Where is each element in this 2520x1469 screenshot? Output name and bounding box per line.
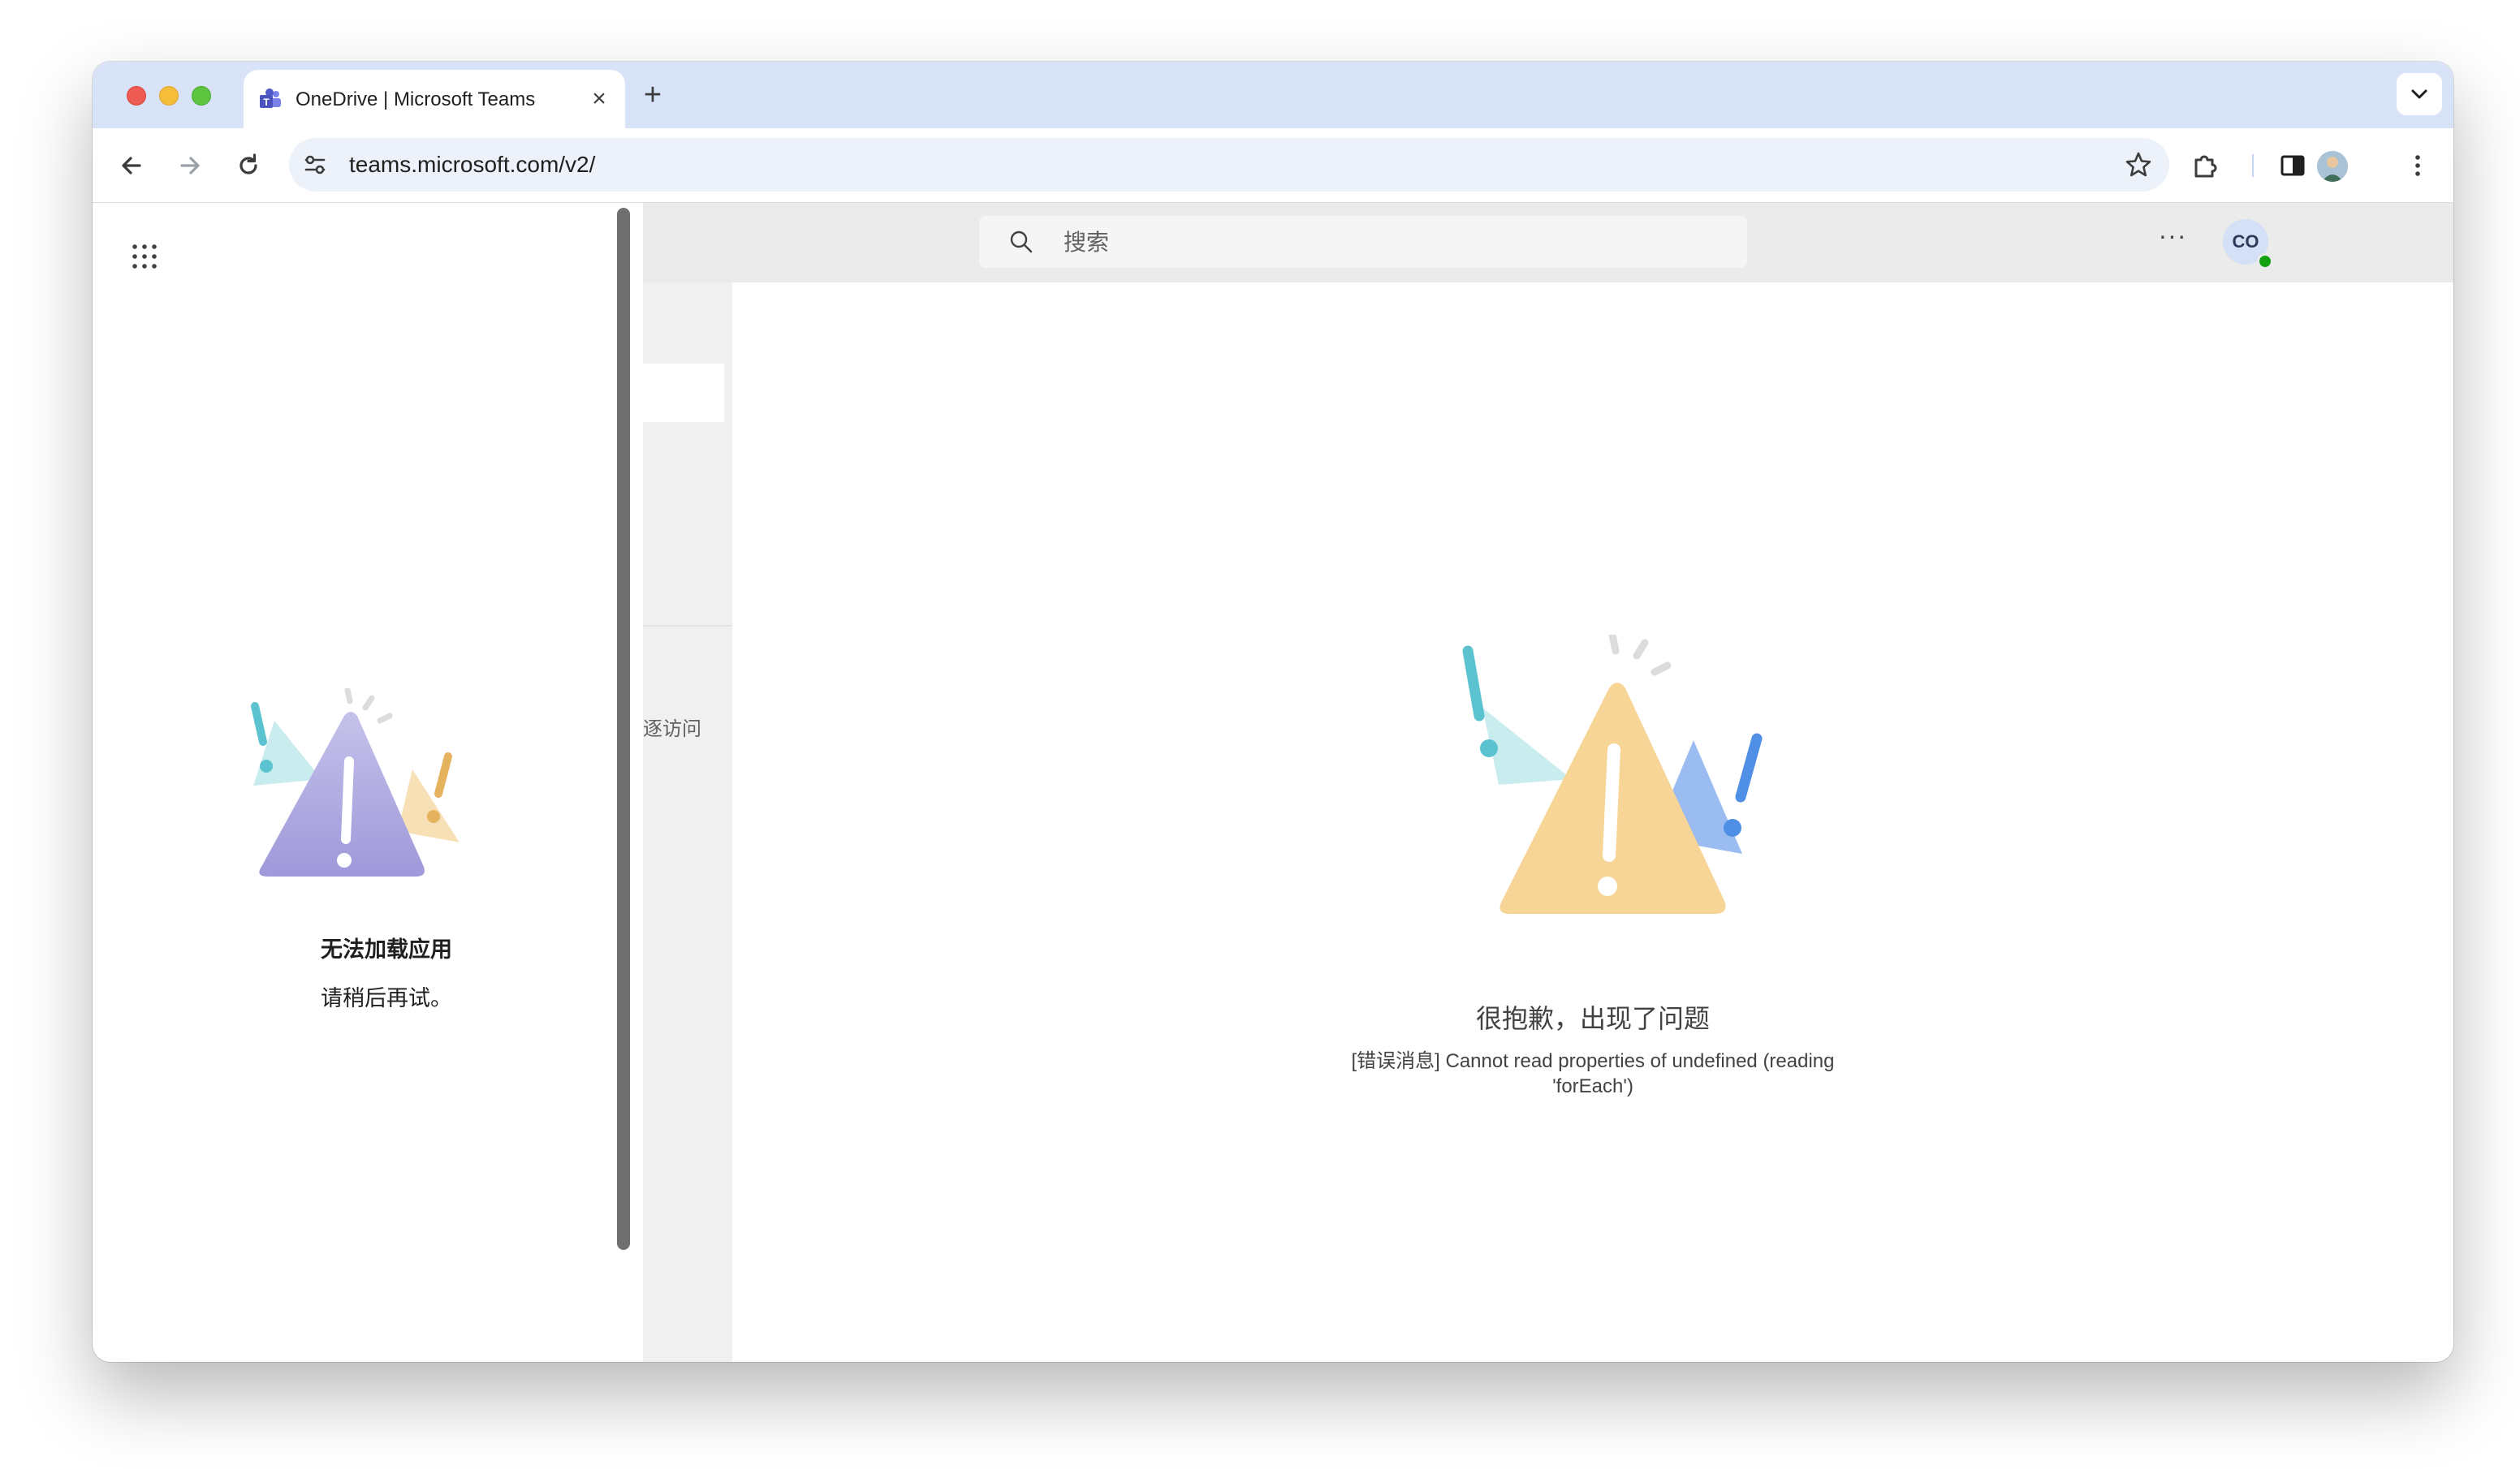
secondary-nav-pane: 逐访问 (643, 282, 732, 1362)
more-options-button[interactable]: ··· (2155, 222, 2190, 258)
flyout-scrollbar[interactable] (617, 208, 630, 1250)
browser-toolbar: teams.microsoft.com/v2/ (93, 128, 2453, 203)
side-panel-icon[interactable] (2276, 149, 2309, 182)
browser-window: T OneDrive | Microsoft Teams × + teams.m… (93, 62, 2453, 1362)
search-input[interactable]: 搜索 (979, 216, 1747, 268)
error-detail: [错误消息] Cannot read properties of undefin… (1351, 1050, 1835, 1097)
tab-onedrive-teams[interactable]: T OneDrive | Microsoft Teams × (244, 70, 625, 128)
search-placeholder: 搜索 (1064, 230, 1110, 255)
tab-title: OneDrive | Microsoft Teams (296, 88, 536, 110)
teams-header: 搜索 ··· CO (643, 203, 2453, 282)
nav-selected-item[interactable] (643, 364, 724, 422)
extensions-puzzle-icon[interactable] (2189, 149, 2221, 182)
reload-icon[interactable] (232, 149, 265, 182)
teams-icon: T (260, 88, 281, 108)
back-arrow-icon[interactable] (115, 149, 148, 182)
error-title: 很抱歉，出现了问题 (1475, 1004, 1710, 1033)
page-content: 搜索 ··· CO 逐访问 很抱歉，出现了问题 [错误消息] Cannot re… (93, 203, 2453, 1362)
tab-strip: T OneDrive | Microsoft Teams × + (93, 62, 2453, 128)
close-tab-icon[interactable]: × (585, 84, 614, 114)
bookmark-star-icon[interactable] (2124, 150, 2153, 179)
app-launcher-flyout: 无法加载应用 请稍后再试。 (93, 203, 643, 1362)
address-bar[interactable]: teams.microsoft.com/v2/ (289, 138, 2169, 192)
search-icon (1010, 230, 1033, 253)
toolbar-divider (2252, 154, 2254, 177)
close-window-button[interactable] (127, 86, 146, 106)
profile-picture-icon (2317, 151, 2348, 182)
site-settings-icon[interactable] (302, 152, 328, 178)
minimize-window-button[interactable] (159, 86, 179, 106)
flyout-error-subtitle: 请稍后再试。 (321, 986, 452, 1010)
flyout-error-title: 无法加载应用 (321, 937, 452, 962)
url-text: teams.microsoft.com/v2/ (349, 152, 596, 177)
forward-arrow-icon[interactable] (174, 149, 206, 182)
warning-illustration-icon (251, 688, 460, 877)
new-tab-button[interactable]: + (636, 80, 669, 112)
svg-text:T: T (263, 97, 270, 108)
maximize-window-button[interactable] (192, 86, 211, 106)
chevron-down-icon (2411, 89, 2427, 99)
browser-menu-icon[interactable] (2401, 149, 2434, 182)
tab-search-button[interactable] (2397, 73, 2442, 115)
nav-item-label: 逐访问 (643, 718, 701, 740)
presence-available-icon (2257, 253, 2273, 269)
main-error-panel: 很抱歉，出现了问题 [错误消息] Cannot read properties … (732, 282, 2453, 1362)
app-launcher-grid-icon[interactable] (130, 242, 159, 271)
nav-divider (643, 625, 732, 627)
profile-avatar[interactable] (2317, 151, 2348, 182)
warning-illustration-icon (1462, 635, 1763, 914)
